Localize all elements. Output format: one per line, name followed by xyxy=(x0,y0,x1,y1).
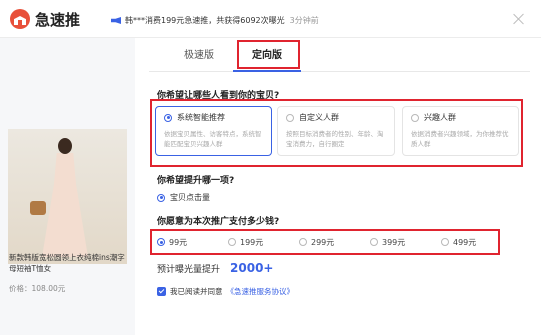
close-icon[interactable] xyxy=(512,12,526,26)
budget-option-label: 199元 xyxy=(240,237,264,247)
audience-option-interest[interactable]: 兴趣人群 依据消费者兴趣领域，为你推荐优质人群 xyxy=(402,106,519,156)
goal-option-clicks[interactable]: 宝贝点击量 xyxy=(157,192,210,203)
notice-text: 韩***消费199元急速推，共获得6092次曝光 xyxy=(125,15,285,25)
audience-option-desc: 依据宝贝属性、访客特点，系统智能匹配宝贝兴趣人群 xyxy=(164,130,262,148)
radio-icon[interactable] xyxy=(441,238,449,246)
megaphone-icon xyxy=(111,15,122,25)
tab-targeted-version[interactable]: 定向版 xyxy=(233,42,301,72)
budget-option-199[interactable]: 199元 xyxy=(228,237,263,247)
audience-option-custom[interactable]: 自定义人群 按照目标消费者的性别、年龄、淘宝消费力，自行圈定 xyxy=(277,106,395,156)
exposure-estimate: 预计曝光量提升 2000+ xyxy=(157,261,273,275)
audience-option-title: 系统智能推荐 xyxy=(177,113,225,122)
agreement-text: 我已阅读并同意 xyxy=(170,287,223,296)
product-name: 新款韩版宽松圆领上衣纯棉ins潮字母短袖T恤女 xyxy=(9,253,125,273)
audience-option-head: 自定义人群 xyxy=(286,112,386,123)
radio-icon[interactable] xyxy=(286,113,294,122)
budget-option-299[interactable]: 299元 xyxy=(299,237,334,247)
product-price: 价格：108.00元 xyxy=(9,284,66,293)
radio-icon[interactable] xyxy=(411,113,419,122)
budget-option-label: 499元 xyxy=(453,237,477,247)
radio-selected-icon[interactable] xyxy=(157,238,165,246)
notice-time: 3分钟前 xyxy=(289,15,319,25)
exposure-value: 2000+ xyxy=(230,261,274,275)
radio-icon[interactable] xyxy=(299,238,307,246)
product-panel: 新款韩版宽松圆领上衣纯棉ins潮字母短袖T恤女 价格：108.00元 xyxy=(0,38,135,335)
product-image-basket xyxy=(30,201,46,215)
audience-option-title: 兴趣人群 xyxy=(424,113,456,122)
version-tabs: 极速版 定向版 xyxy=(149,42,530,72)
agreement-row: 我已阅读并同意 《急速推服务协议》 xyxy=(157,286,294,297)
budget-option-99[interactable]: 99元 xyxy=(157,237,187,247)
budget-option-label: 399元 xyxy=(382,237,406,247)
budget-option-399[interactable]: 399元 xyxy=(370,237,405,247)
radio-selected-icon[interactable] xyxy=(157,193,165,202)
agreement-checkbox[interactable] xyxy=(157,287,166,296)
budget-option-label: 99元 xyxy=(169,237,188,247)
audience-question: 你希望让哪些人看到你的宝贝? xyxy=(157,91,280,101)
radio-icon[interactable] xyxy=(228,238,236,246)
audience-option-smart[interactable]: 系统智能推荐 依据宝贝属性、访客特点，系统智能匹配宝贝兴趣人群 xyxy=(155,106,272,156)
budget-option-label: 299元 xyxy=(311,237,335,247)
budget-question: 你愿意为本次推广支付多少钱? xyxy=(157,217,280,227)
audience-option-head: 系统智能推荐 xyxy=(164,112,263,123)
app-title: 急速推 xyxy=(35,11,81,29)
goal-option-label: 宝贝点击量 xyxy=(170,193,210,202)
budget-option-499[interactable]: 499元 xyxy=(441,237,476,247)
product-image-model-head xyxy=(58,138,72,154)
goal-question: 你希望提升哪一项? xyxy=(157,176,235,186)
notice-bar: 韩***消费199元急速推，共获得6092次曝光 3分钟前 xyxy=(111,14,319,26)
radio-selected-icon[interactable] xyxy=(164,113,172,122)
audience-option-head: 兴趣人群 xyxy=(411,112,510,123)
radio-icon[interactable] xyxy=(370,238,378,246)
home-logo-icon xyxy=(10,9,30,29)
audience-option-desc: 按照目标消费者的性别、年龄、淘宝消费力，自行圈定 xyxy=(286,130,384,148)
tab-fast-version[interactable]: 极速版 xyxy=(171,42,227,72)
audience-option-title: 自定义人群 xyxy=(299,113,339,122)
audience-option-desc: 依据消费者兴趣领域，为你推荐优质人群 xyxy=(411,130,509,148)
agreement-link[interactable]: 《急速推服务协议》 xyxy=(227,286,295,297)
exposure-label: 预计曝光量提升 xyxy=(157,264,221,275)
product-image xyxy=(8,129,127,264)
header-bar: 急速推 韩***消费199元急速推，共获得6092次曝光 3分钟前 xyxy=(0,0,541,38)
